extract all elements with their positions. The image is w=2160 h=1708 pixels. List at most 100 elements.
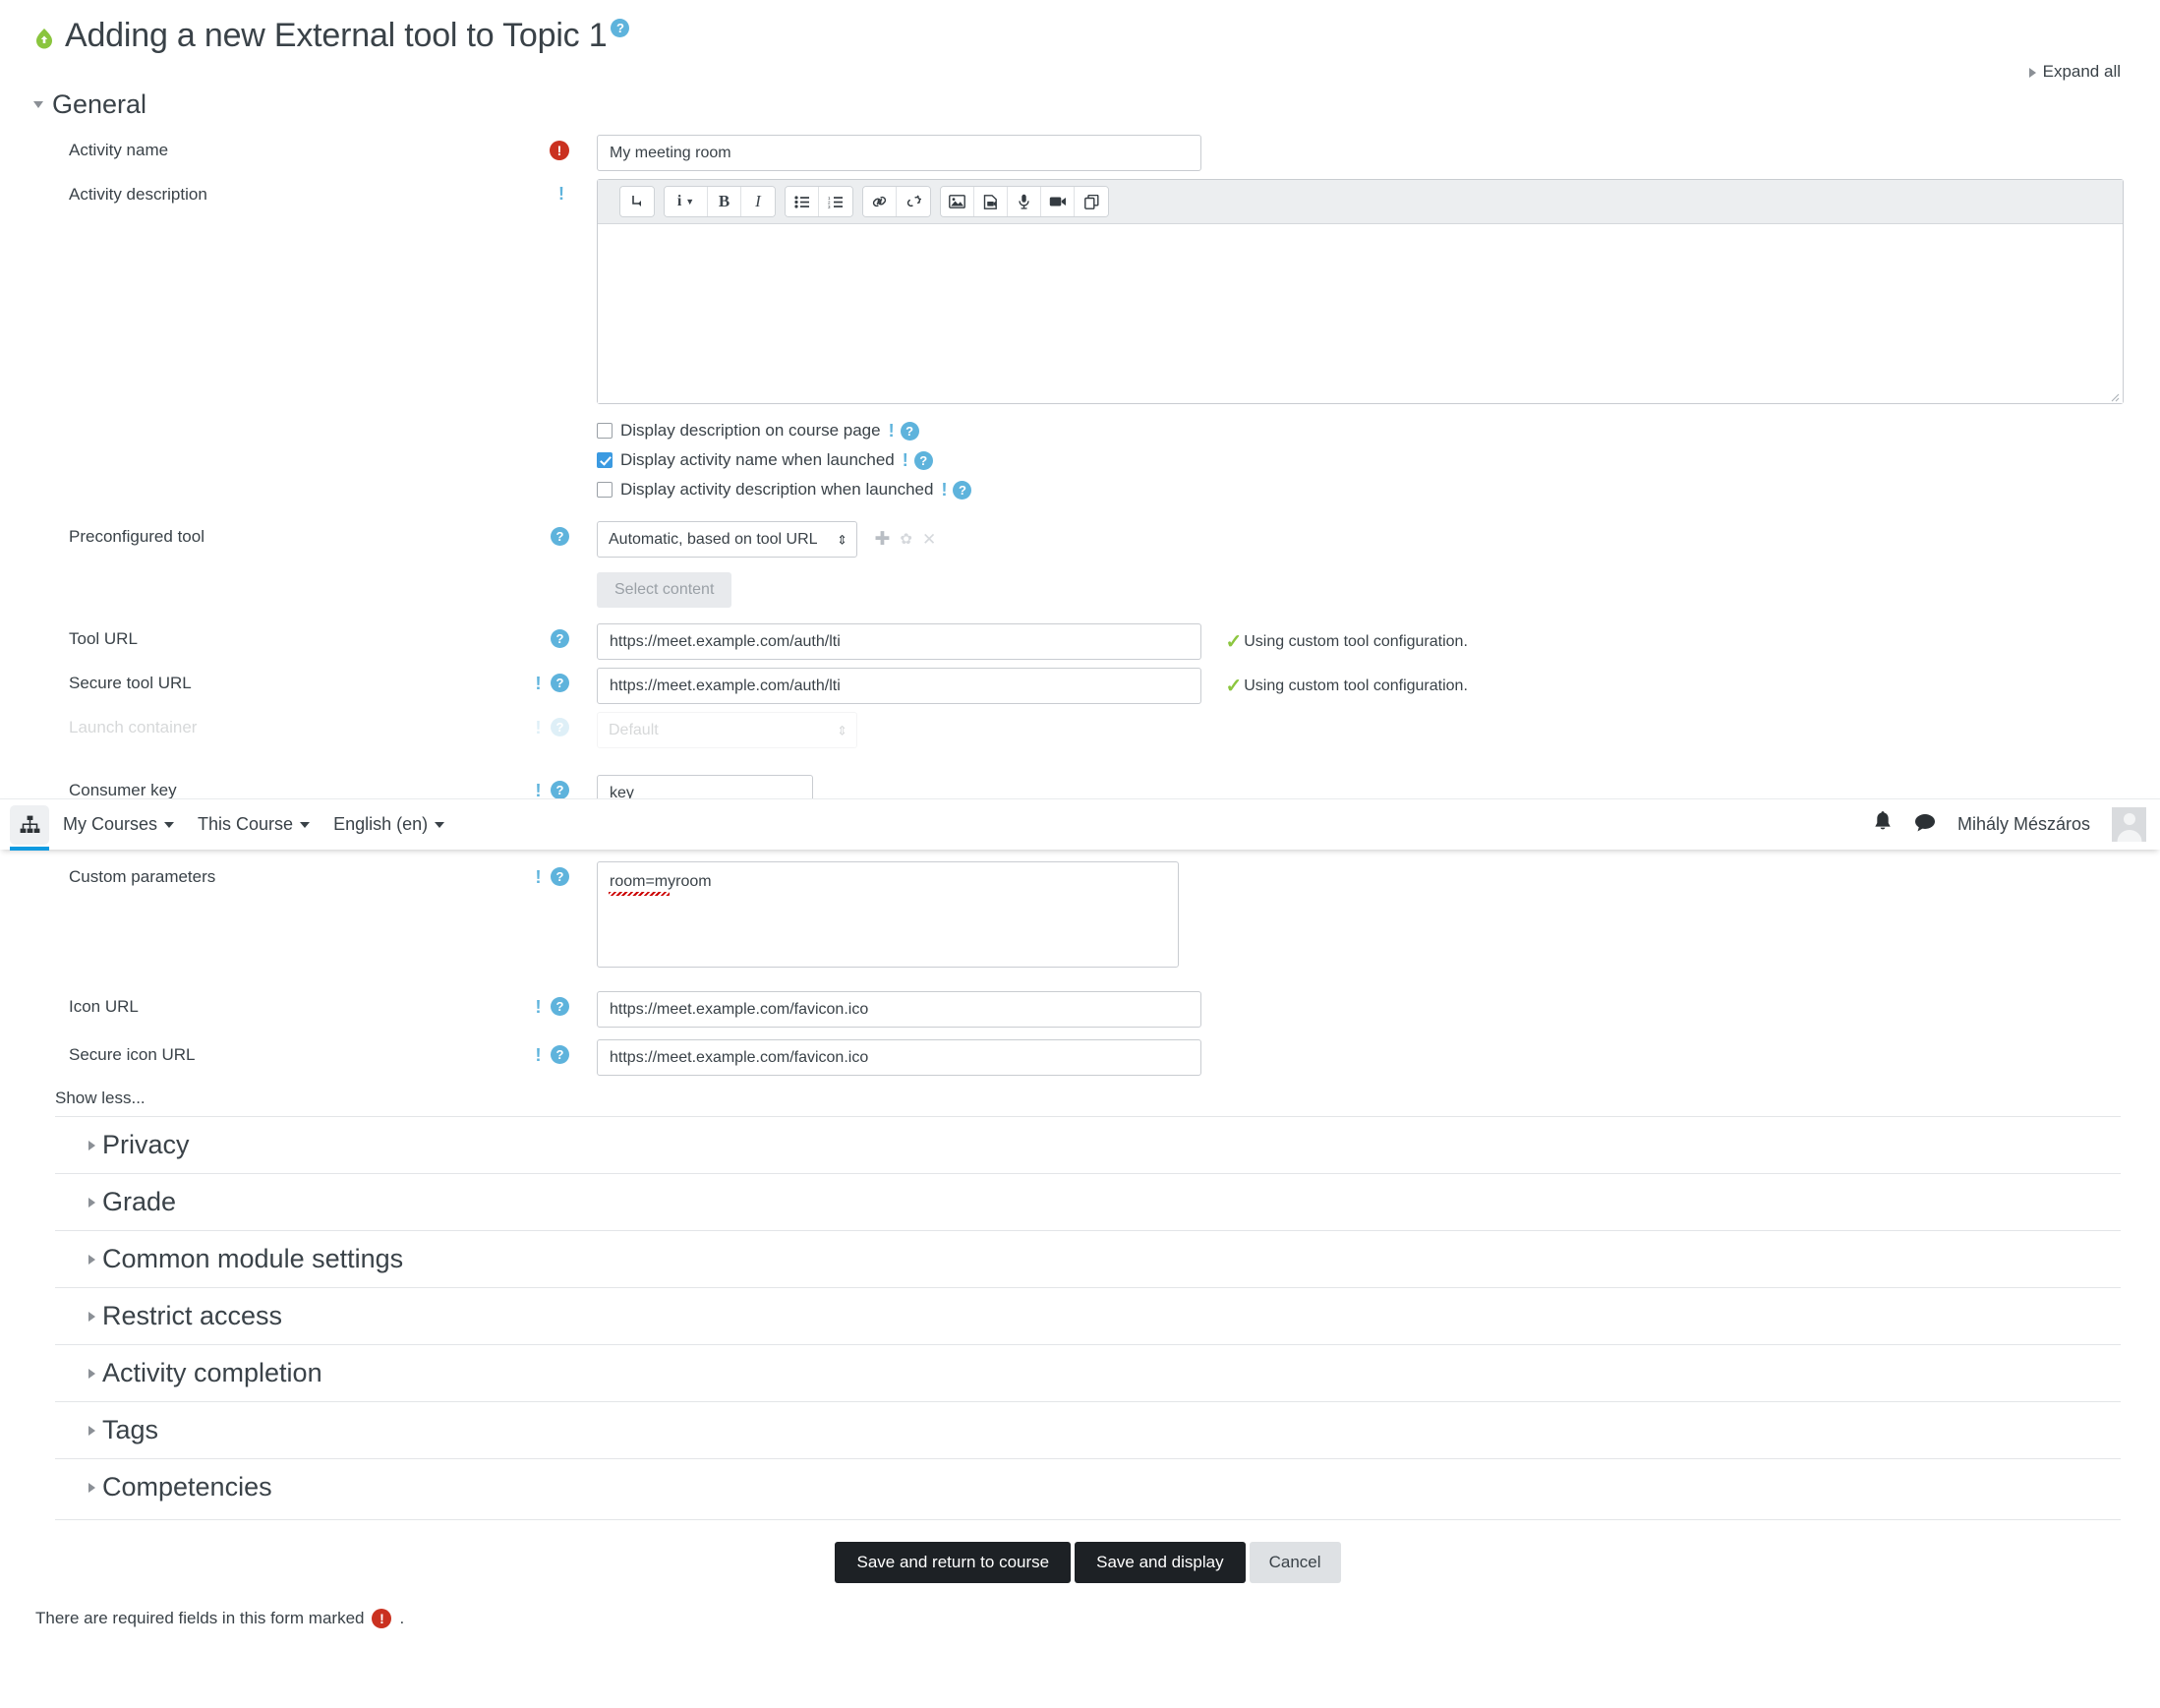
required-fields-note: There are required fields in this form m…	[0, 1583, 2160, 1629]
advanced-field-icon: !	[902, 450, 908, 471]
help-icon[interactable]: ?	[551, 527, 569, 547]
control-secure-tool-url: ✓ Using custom tool configuration.	[575, 666, 2160, 705]
link-icon[interactable]	[863, 187, 897, 217]
control-preconfigured-tool: Automatic, based on tool URL ⇕ ✚ ✿ ✕ Sel…	[575, 519, 2160, 609]
label-icon-url: Icon URL	[69, 997, 139, 1017]
select-content-button[interactable]: Select content	[597, 572, 732, 609]
add-tool-icon[interactable]: ✚	[874, 530, 890, 549]
display-activity-description-when-launched-checkbox[interactable]	[597, 482, 613, 499]
show-less-link[interactable]: Show less...	[0, 1079, 2160, 1116]
help-icon[interactable]: ?	[900, 421, 919, 441]
marker-launch-container: ! ?	[516, 710, 575, 737]
label-activity-description: Activity description	[69, 185, 207, 205]
toolbar-group-media	[940, 186, 1109, 218]
section-title-competencies: Competencies	[102, 1472, 272, 1502]
help-icon[interactable]: ?	[551, 781, 569, 800]
record-video-icon[interactable]	[1041, 187, 1075, 217]
label-secure-tool-url: Secure tool URL	[69, 674, 192, 693]
tool-url-input[interactable]	[597, 623, 1201, 661]
section-header-general[interactable]: General	[0, 86, 2160, 130]
record-audio-icon[interactable]	[1008, 187, 1041, 217]
chevron-right-icon	[88, 1368, 95, 1379]
insert-image-icon[interactable]	[941, 187, 974, 217]
select-caret-icon: ⇕	[837, 723, 847, 738]
svg-text:3: 3	[828, 205, 831, 208]
sidebar-section-activity-completion[interactable]: Activity completion	[55, 1344, 2121, 1401]
sidebar-section-tags[interactable]: Tags	[55, 1401, 2121, 1458]
custom-parameters-textarea[interactable]	[597, 861, 1179, 969]
display-description-on-course-page-checkbox[interactable]	[597, 423, 613, 440]
help-icon[interactable]: ?	[551, 674, 569, 693]
nav-item-language[interactable]: English (en)	[333, 814, 445, 835]
help-icon[interactable]: ?	[551, 997, 569, 1017]
form-row-launch-container: Launch container ! ? Default ⇕	[0, 707, 2160, 751]
section-title-privacy: Privacy	[102, 1130, 190, 1160]
user-name[interactable]: Mihály Mészáros	[1957, 814, 2090, 835]
collapse-toolbar-icon[interactable]	[620, 187, 654, 217]
help-icon[interactable]: ?	[551, 1045, 569, 1065]
help-icon[interactable]: ?	[551, 718, 569, 737]
help-icon[interactable]: ?	[953, 480, 972, 500]
control-custom-parameters	[575, 859, 2160, 972]
form-row-icon-url: Icon URL ! ?	[0, 975, 2160, 1031]
nav-item-my-courses[interactable]: My Courses	[63, 814, 175, 835]
section-title-tags: Tags	[102, 1415, 159, 1445]
label-custom-parameters: Custom parameters	[69, 867, 216, 887]
avatar[interactable]	[2112, 807, 2146, 842]
required-note-text: There are required fields in this form m…	[35, 1609, 365, 1628]
numbered-list-icon[interactable]: 1 2 3	[819, 187, 852, 217]
sidebar-section-common-module-settings[interactable]: Common module settings	[55, 1230, 2121, 1287]
expand-all-link[interactable]: Expand all	[2028, 62, 2121, 81]
tool-settings-gear-icon[interactable]: ✿	[900, 532, 912, 547]
chevron-down-icon	[300, 822, 311, 829]
preconfigured-tool-selected-value: Automatic, based on tool URL	[609, 530, 818, 548]
bold-icon[interactable]: B	[708, 187, 741, 217]
select-caret-icon: ⇕	[837, 532, 847, 548]
marker-secure-tool-url: ! ?	[516, 666, 575, 693]
advanced-field-icon: !	[535, 673, 542, 693]
save-and-return-to-course-button[interactable]: Save and return to course	[835, 1542, 1072, 1584]
section-title-activity-completion: Activity completion	[102, 1358, 322, 1388]
control-activity-description: i ▼ B I 1 2 3 Display description on cou…	[575, 177, 2160, 504]
secure-tool-url-status-text: Using custom tool configuration.	[1244, 677, 1468, 694]
sitemap-icon[interactable]	[10, 804, 49, 851]
delete-tool-icon[interactable]: ✕	[922, 531, 936, 548]
icon-url-input[interactable]	[597, 991, 1201, 1029]
sidebar-section-grade[interactable]: Grade	[55, 1173, 2121, 1230]
help-icon[interactable]: ?	[551, 867, 569, 887]
advanced-field-icon: !	[558, 184, 564, 205]
help-icon[interactable]: ?	[913, 450, 933, 470]
nav-item-this-course[interactable]: This Course	[198, 814, 311, 835]
insert-media-icon[interactable]	[1075, 187, 1108, 217]
italic-icon[interactable]: I	[741, 187, 775, 217]
help-icon[interactable]: ?	[551, 629, 569, 649]
unlink-icon[interactable]	[897, 187, 930, 217]
page-title-help-icon[interactable]: ?	[611, 19, 630, 38]
bullet-list-icon[interactable]	[786, 187, 819, 217]
checkbox-label-display-activity-name: Display activity name when launched	[620, 450, 895, 470]
section-title-common-module-settings: Common module settings	[102, 1244, 404, 1274]
cancel-button[interactable]: Cancel	[1249, 1542, 1341, 1584]
sidebar-section-privacy[interactable]: Privacy	[55, 1116, 2121, 1173]
save-and-display-button[interactable]: Save and display	[1075, 1542, 1246, 1584]
form-actions: Save and return to course Save and displ…	[55, 1519, 2121, 1584]
message-bubble-icon[interactable]	[1914, 813, 1936, 837]
secure-icon-url-input[interactable]	[597, 1039, 1201, 1077]
secure-tool-url-input[interactable]	[597, 668, 1201, 705]
activity-name-input[interactable]	[597, 135, 1201, 172]
marker-preconfigured-tool: ?	[516, 519, 575, 547]
style-info-icon[interactable]: i ▼	[665, 187, 708, 217]
manage-files-icon[interactable]	[974, 187, 1008, 217]
display-activity-name-when-launched-checkbox[interactable]	[597, 452, 613, 469]
page-title: Adding a new External tool to Topic 1	[65, 17, 608, 54]
form-row-activity-description: Activity description ! i ▼ B I 1 2 3 Dis…	[0, 174, 2160, 507]
bell-icon[interactable]	[1873, 811, 1893, 838]
navbar-right-group: Mihály Mészáros	[1873, 807, 2146, 842]
preconfigured-tool-select[interactable]: Automatic, based on tool URL ⇕	[597, 521, 857, 559]
sidebar-section-restrict-access[interactable]: Restrict access	[55, 1287, 2121, 1344]
toolbar-group-collapse	[619, 186, 655, 218]
advanced-field-icon: !	[535, 866, 542, 887]
launch-container-select[interactable]: Default ⇕	[597, 712, 857, 749]
activity-description-editor-area[interactable]	[598, 224, 2123, 404]
sidebar-section-competencies[interactable]: Competencies	[55, 1458, 2121, 1515]
